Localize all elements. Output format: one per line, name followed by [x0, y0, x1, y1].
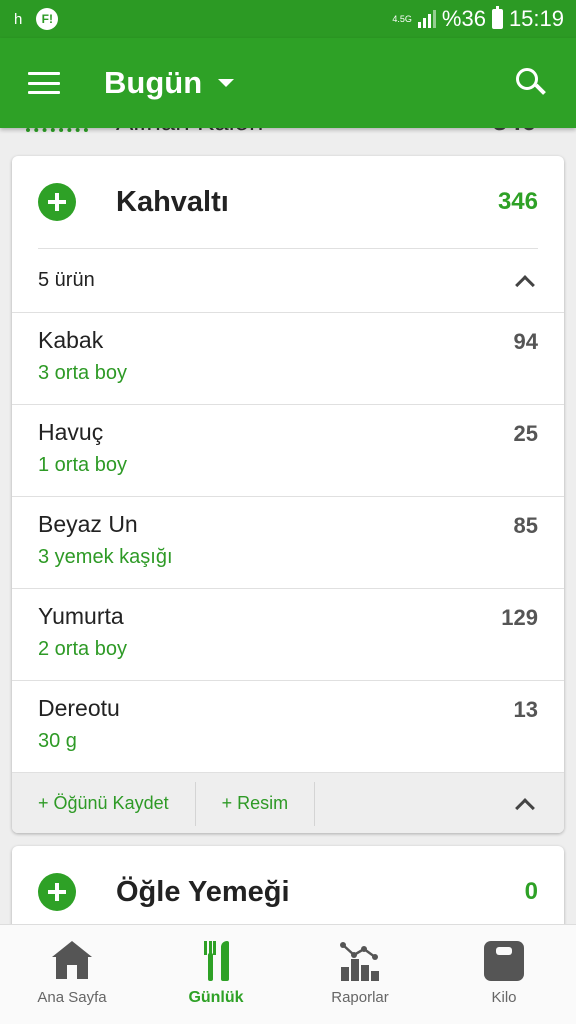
search-icon[interactable] — [516, 68, 546, 98]
home-icon — [52, 941, 92, 981]
scale-icon — [484, 941, 524, 981]
food-portion: 30 g — [38, 730, 77, 752]
food-calories: 13 — [513, 697, 538, 722]
nav-home[interactable]: Ana Sayfa — [0, 925, 144, 1024]
status-bar: h F! 4.5G %36 15:19 — [0, 0, 576, 38]
nav-label: Ana Sayfa — [37, 989, 107, 1006]
food-name: Havuç — [38, 419, 104, 445]
meal-title: Öğle Yemeği — [116, 875, 290, 908]
meal-calories: 0 — [524, 878, 538, 905]
food-name: Kabak — [38, 327, 104, 353]
food-item[interactable]: Kabak 3 orta boy 94 — [12, 312, 564, 404]
nav-reports[interactable]: Raporlar — [288, 925, 432, 1024]
meal-header: Kahvaltı 346 — [12, 156, 564, 248]
add-photo-button[interactable]: + Resim — [196, 781, 316, 826]
battery-percent: %36 — [441, 6, 486, 31]
add-food-icon[interactable] — [38, 873, 76, 911]
nav-label: Raporlar — [331, 989, 389, 1006]
food-name: Yumurta — [38, 603, 124, 629]
meal-card-lunch: Öğle Yemeği 0 — [12, 846, 564, 936]
clock: 15:19 — [508, 6, 564, 31]
item-count: 5 ürün — [38, 269, 95, 291]
food-calories: 85 — [513, 513, 538, 538]
food-item[interactable]: Havuç 1 orta boy 25 — [12, 404, 564, 496]
dropdown-arrow-icon — [218, 79, 235, 87]
app-notification-icon: F! — [36, 8, 59, 30]
meal-title: Kahvaltı — [116, 185, 229, 218]
battery-icon — [491, 6, 503, 29]
nav-label: Kilo — [491, 989, 517, 1006]
food-name: Dereotu — [38, 695, 120, 721]
meal-calories: 346 — [497, 188, 538, 215]
cutlery-icon — [196, 941, 236, 981]
meal-card-breakfast: Kahvaltı 346 5 ürün Kabak 3 orta boy 94 … — [12, 156, 564, 833]
nav-diary[interactable]: Günlük — [144, 925, 288, 1024]
food-portion: 1 orta boy — [38, 454, 127, 476]
meal-header: Öğle Yemeği 0 — [12, 846, 564, 936]
notification-letter: h — [14, 10, 23, 28]
network-type: 4.5G — [392, 13, 412, 24]
food-name: Beyaz Un — [38, 511, 138, 537]
meal-footer: + Öğünü Kaydet + Resim — [12, 772, 564, 833]
food-calories: 129 — [501, 605, 538, 630]
bottom-navigation: Ana Sayfa Günlük Raporlar Kilo — [0, 924, 576, 1024]
chevron-up-icon — [515, 274, 535, 295]
food-item[interactable]: Dereotu 30 g 13 — [12, 680, 564, 772]
page-title: Bugün — [104, 65, 203, 100]
nav-weight[interactable]: Kilo — [432, 925, 576, 1024]
item-count-toggle[interactable]: 5 ürün — [38, 248, 538, 312]
collapse-chevron-icon[interactable] — [515, 797, 535, 818]
food-calories: 25 — [513, 421, 538, 446]
food-item[interactable]: Yumurta 2 orta boy 129 — [12, 588, 564, 680]
chart-icon — [339, 941, 381, 981]
save-meal-button[interactable]: + Öğünü Kaydet — [12, 781, 196, 826]
food-portion: 3 yemek kaşığı — [38, 546, 173, 568]
nav-label: Günlük — [188, 989, 244, 1006]
food-item[interactable]: Beyaz Un 3 yemek kaşığı 85 — [12, 496, 564, 588]
signal-icon — [417, 10, 436, 28]
food-portion: 2 orta boy — [38, 638, 127, 660]
menu-icon[interactable] — [28, 72, 60, 94]
progress-dots — [26, 128, 88, 132]
food-calories: 94 — [513, 329, 538, 354]
add-food-icon[interactable] — [38, 183, 76, 221]
app-bar: Bugün — [0, 38, 576, 128]
date-selector[interactable]: Bugün — [104, 65, 235, 101]
food-portion: 3 orta boy — [38, 362, 127, 384]
